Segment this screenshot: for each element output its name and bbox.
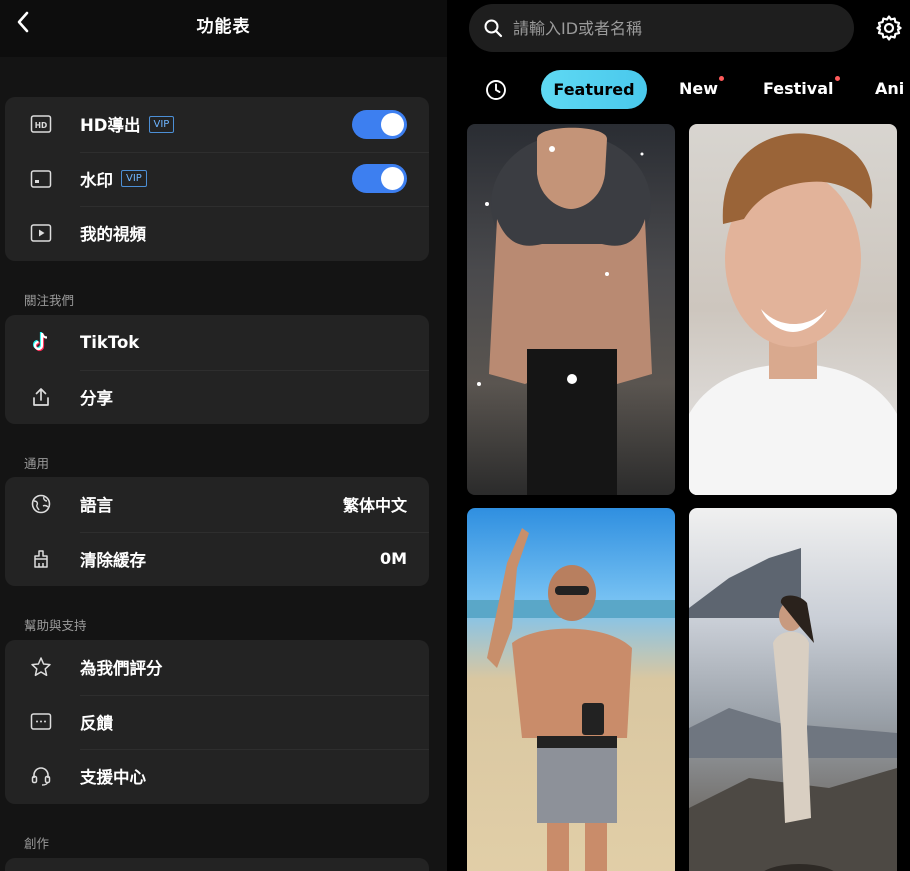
- page-title: 功能表: [196, 17, 251, 37]
- thumbnail-image: [477, 127, 652, 495]
- template-thumbnail[interactable]: [689, 124, 897, 495]
- tab-new[interactable]: New: [679, 76, 725, 98]
- tab-new-label: New: [679, 79, 719, 98]
- template-browser: Featured New Festival Ani: [452, 0, 910, 871]
- tab-festival[interactable]: Festival: [763, 76, 840, 98]
- video-play-icon: [29, 221, 53, 245]
- template-thumbnail[interactable]: [689, 508, 897, 871]
- globe-icon: [29, 492, 53, 516]
- category-tabs: Featured New Festival Ani: [452, 68, 910, 112]
- tab-animation[interactable]: Ani: [875, 79, 904, 98]
- hd-export-label: HD導出: [80, 116, 141, 136]
- tiktok-label: TikTok: [80, 332, 140, 352]
- follow-group: TikTok 分享: [5, 315, 429, 424]
- help-group: 為我們評分 反饋 支援中心: [5, 640, 429, 804]
- support-center-label: 支援中心: [80, 768, 146, 788]
- hd-icon: HD: [29, 112, 53, 136]
- share-label: 分享: [80, 388, 113, 408]
- rate-us-label: 為我們評分: [80, 659, 163, 679]
- feedback-label: 反饋: [80, 713, 113, 733]
- watermark-toggle[interactable]: [352, 164, 407, 194]
- hd-export-row[interactable]: HD HD導出 VIP: [5, 97, 429, 152]
- tab-festival-label: Festival: [763, 79, 834, 98]
- clear-cache-row[interactable]: 清除緩存 0M: [5, 531, 429, 587]
- watermark-row[interactable]: 水印 VIP: [5, 151, 429, 207]
- section-general: 通用: [24, 456, 50, 471]
- export-settings-group: HD HD導出 VIP 水印 VIP 我的視頻: [5, 97, 429, 261]
- template-thumbnail[interactable]: [467, 124, 675, 495]
- recent-clock-icon[interactable]: [485, 79, 507, 101]
- cache-size-value: 0M: [379, 549, 407, 569]
- clear-cache-label: 清除緩存: [80, 550, 146, 570]
- feedback-icon: [29, 710, 53, 734]
- tiktok-row[interactable]: TikTok: [5, 315, 429, 370]
- language-row[interactable]: 語言 繁体中文: [5, 477, 429, 532]
- search-bar[interactable]: [469, 4, 854, 52]
- feedback-row[interactable]: 反饋: [5, 694, 429, 750]
- vip-badge: VIP: [148, 115, 175, 133]
- festival-dot-badge: [834, 76, 840, 81]
- gear-icon[interactable]: [875, 14, 903, 42]
- share-icon: [29, 385, 53, 409]
- star-icon: [29, 655, 53, 679]
- search-input[interactable]: [513, 18, 833, 38]
- thumbnail-image: [689, 548, 897, 871]
- support-center-row[interactable]: 支援中心: [5, 749, 429, 804]
- share-row[interactable]: 分享: [5, 369, 429, 425]
- language-value: 繁体中文: [342, 496, 407, 516]
- hd-export-toggle[interactable]: [352, 109, 407, 139]
- new-dot-badge: [719, 76, 725, 81]
- section-follow-us: 關注我們: [24, 293, 75, 308]
- thumbnail-image: [467, 528, 675, 871]
- watermark-icon: [29, 167, 53, 191]
- my-videos-label: 我的視頻: [80, 225, 146, 245]
- vip-badge: VIP: [121, 170, 147, 188]
- language-label: 語言: [80, 496, 113, 516]
- section-create: 創作: [24, 836, 50, 851]
- tiktok-icon: [29, 330, 53, 354]
- menu-panel: 功能表 HD HD導出 VIP 水印 VIP 我的視頻 關注我們 TikTok …: [0, 0, 447, 871]
- rate-us-row[interactable]: 為我們評分: [5, 640, 429, 695]
- headset-icon: [29, 764, 53, 788]
- tab-featured[interactable]: Featured: [541, 70, 647, 109]
- watermark-label: 水印: [80, 170, 113, 190]
- search-icon: [484, 19, 503, 38]
- my-videos-row[interactable]: 我的視頻: [5, 206, 429, 261]
- section-help: 幫助與支持: [24, 618, 87, 633]
- broom-icon: [29, 547, 53, 571]
- thumbnail-image: [689, 133, 897, 495]
- general-group: 語言 繁体中文 清除緩存 0M: [5, 477, 429, 586]
- template-thumbnail[interactable]: [467, 508, 675, 871]
- svg-text:HD: HD: [35, 121, 48, 130]
- create-group: [5, 858, 429, 871]
- menu-header: 功能表: [0, 0, 447, 57]
